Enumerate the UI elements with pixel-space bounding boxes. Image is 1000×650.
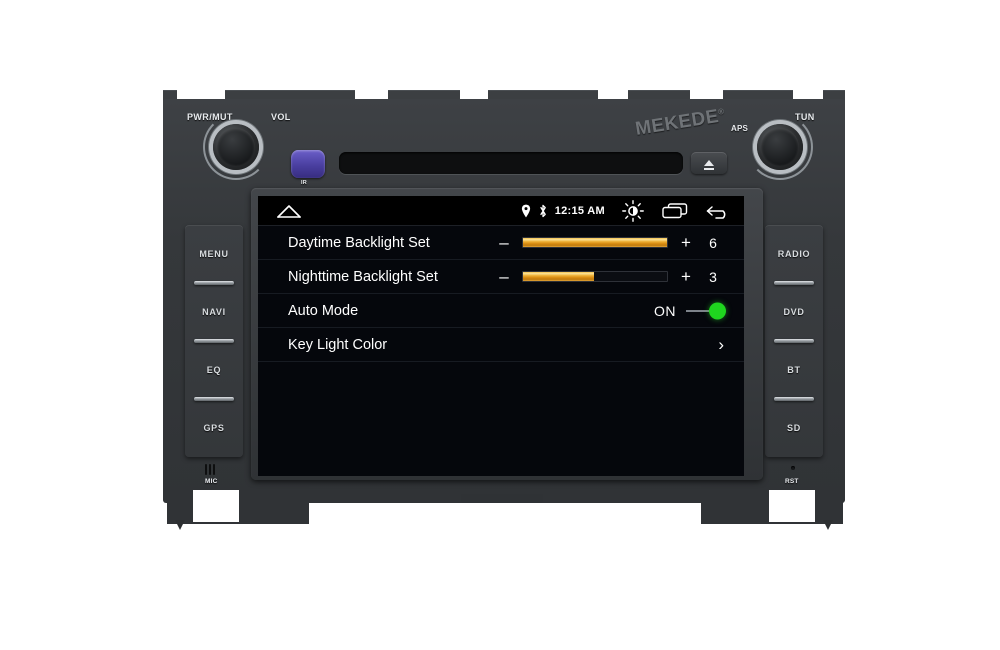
settings-list: Daytime Backlight Set – + 6 Nighttime Ba… — [258, 226, 744, 362]
sidebar-item-label-bt: BT — [787, 365, 801, 375]
setting-label-key-light-color: Key Light Color — [288, 336, 388, 353]
label-mic: MIC — [205, 478, 218, 485]
label-ir: IR — [301, 180, 307, 186]
sidebar-item-eq[interactable]: EQ — [185, 341, 243, 401]
toggle-state-label: ON — [654, 302, 676, 319]
setting-control-auto-mode: ON — [654, 302, 728, 320]
sidebar-item-label-navi: NAVI — [202, 307, 226, 317]
recent-apps-icon[interactable] — [662, 202, 688, 219]
decrement-button-nighttime[interactable]: – — [492, 268, 516, 285]
chevron-right-icon[interactable]: › — [718, 336, 728, 353]
label-volume: VOL — [271, 112, 291, 122]
volume-knob-arc — [203, 114, 269, 180]
toggle-knob — [709, 302, 726, 319]
sidebar-item-label-gps: GPS — [203, 423, 225, 433]
sidebar-item-dvd[interactable]: DVD — [765, 283, 823, 343]
sidebar-item-navi[interactable]: NAVI — [185, 283, 243, 343]
setting-label-auto-mode: Auto Mode — [288, 302, 359, 319]
sidebar-item-sd[interactable]: SD — [765, 399, 823, 457]
eject-button[interactable] — [691, 152, 727, 174]
bracket-center-tab — [461, 494, 543, 503]
sidebar-item-label-menu: MENU — [199, 249, 229, 259]
tune-knob-arc — [747, 114, 813, 180]
setting-row-key-light-color[interactable]: Key Light Color › — [258, 328, 744, 362]
bluetooth-icon — [538, 204, 548, 218]
setting-control-key-light-color: › — [718, 336, 728, 353]
sidebar-item-menu[interactable]: MENU — [185, 225, 243, 285]
right-button-column: RADIO DVD BT SD — [765, 225, 823, 457]
decrement-button-daytime[interactable]: – — [492, 234, 516, 251]
eject-icon-bar — [704, 168, 714, 170]
setting-label-nighttime-backlight: Nighttime Backlight Set — [288, 268, 438, 285]
slider-nighttime-backlight[interactable] — [522, 271, 668, 282]
slider-fill-nighttime — [523, 272, 594, 281]
setting-control-daytime-backlight: – + 6 — [492, 234, 728, 251]
value-nighttime-backlight: 3 — [709, 268, 717, 285]
sidebar-item-bt[interactable]: BT — [765, 341, 823, 401]
microphone-grille — [205, 464, 215, 475]
setting-row-daytime-backlight[interactable]: Daytime Backlight Set – + 6 — [258, 226, 744, 260]
sidebar-item-radio[interactable]: RADIO — [765, 225, 823, 285]
touchscreen-display[interactable]: 12:15 AM Daytime Backlight Set – + 6 Nig… — [258, 196, 744, 476]
brightness-sun-icon[interactable] — [622, 199, 644, 222]
value-daytime-backlight: 6 — [709, 234, 717, 251]
status-bar: 12:15 AM — [258, 196, 744, 226]
left-button-column: MENU NAVI EQ GPS — [185, 225, 243, 457]
toggle-track — [686, 309, 710, 312]
label-aps: APS — [731, 124, 749, 133]
bracket-left-cutout — [193, 490, 239, 522]
status-bar-clock: 12:15 AM — [554, 204, 605, 217]
home-icon[interactable] — [276, 204, 302, 218]
eject-icon — [704, 160, 714, 166]
increment-button-daytime[interactable]: + — [674, 234, 698, 251]
label-reset: RST — [785, 478, 799, 485]
bracket-foot-right — [823, 520, 833, 530]
setting-label-daytime-backlight: Daytime Backlight Set — [288, 234, 430, 251]
increment-button-nighttime[interactable]: + — [674, 268, 698, 285]
sidebar-item-label-eq: EQ — [206, 365, 222, 375]
sidebar-item-label-dvd: DVD — [783, 307, 805, 317]
ir-sensor — [291, 150, 325, 178]
location-pin-icon — [521, 204, 531, 218]
sidebar-item-label-sd: SD — [787, 423, 801, 433]
bracket-foot-left — [175, 520, 185, 530]
reset-button[interactable] — [791, 466, 795, 470]
sidebar-item-gps[interactable]: GPS — [185, 399, 243, 457]
slider-daytime-backlight[interactable] — [522, 237, 668, 248]
setting-row-auto-mode[interactable]: Auto Mode ON — [258, 294, 744, 328]
auto-mode-toggle[interactable] — [686, 302, 728, 320]
back-arrow-icon[interactable] — [706, 203, 730, 219]
bracket-right-cutout — [769, 490, 815, 522]
setting-control-nighttime-backlight: – + 3 — [492, 268, 728, 285]
sidebar-item-label-radio: RADIO — [777, 249, 811, 259]
cd-disc-slot[interactable] — [339, 152, 683, 174]
brand-registered-mark: ® — [717, 106, 726, 117]
setting-row-nighttime-backlight[interactable]: Nighttime Backlight Set – + 3 — [258, 260, 744, 294]
slider-fill-daytime — [523, 238, 667, 247]
